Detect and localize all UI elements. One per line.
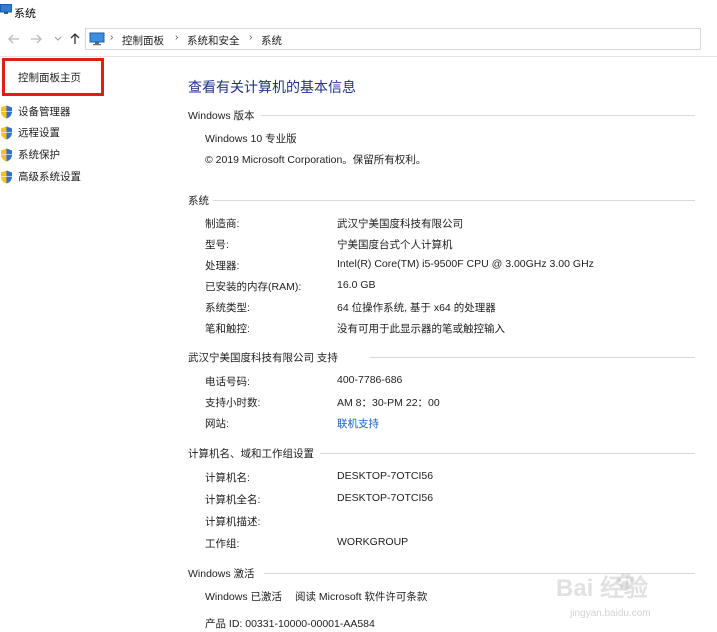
system-row-value: 宁美国度台式个人计算机 — [337, 239, 453, 251]
section-header-activation: Windows 激活 — [188, 568, 255, 580]
sidebar-item-system-protection[interactable]: 系统保护 — [0, 147, 60, 162]
control-panel-home-link[interactable]: 控制面板主页 — [18, 70, 81, 85]
up-arrow-icon[interactable] — [67, 31, 83, 47]
breadcrumb-separator-icon: › — [249, 32, 253, 43]
license-terms-link[interactable]: 阅读 Microsoft 软件许可条款 — [295, 589, 427, 604]
support-hours-value: AM 8：30-PM 22：00 — [337, 397, 440, 409]
computer-row-label: 计算机全名: — [205, 494, 261, 506]
system-window-icon — [0, 4, 12, 18]
system-row-value: 武汉宁美国度科技有限公司 — [337, 218, 463, 230]
window-title: 系统 — [14, 8, 36, 20]
support-phone-value: 400-7786-686 — [337, 374, 403, 386]
computer-row-label: 计算机描述: — [205, 516, 261, 528]
section-header-computer-name: 计算机名、域和工作组设置 — [188, 448, 314, 460]
shield-icon — [1, 126, 12, 139]
system-row-label: 处理器: — [205, 260, 240, 272]
copyright-text: © 2019 Microsoft Corporation。保留所有权利。 — [205, 154, 427, 166]
title-bar: 系统 — [0, 0, 717, 24]
sidebar-item-label: 高级系统设置 — [18, 171, 81, 183]
product-id: 产品 ID: 00331-10000-00001-AA584 — [205, 618, 375, 630]
system-row-value: 64 位操作系统, 基于 x64 的处理器 — [337, 302, 496, 314]
computer-row-label: 工作组: — [205, 538, 240, 550]
watermark-url: jingyan.baidu.com — [570, 608, 651, 619]
baidu-watermark: Bai 经验 jingyan.baidu.com — [556, 568, 716, 630]
page-title: 查看有关计算机的基本信息 — [188, 79, 356, 95]
forward-arrow-icon[interactable] — [28, 31, 44, 47]
sidebar-item-advanced-settings[interactable]: 高级系统设置 — [0, 169, 81, 184]
support-row-label: 电话号码: — [205, 376, 250, 388]
shield-icon — [1, 148, 12, 161]
online-support-link[interactable]: 联机支持 — [337, 416, 379, 431]
sidebar-item-label: 系统保护 — [18, 149, 60, 161]
section-header-edition: Windows 版本 — [188, 110, 255, 122]
computer-full-name-value: DESKTOP-7OTCI56 — [337, 492, 434, 504]
shield-icon — [1, 170, 12, 183]
section-header-system: 系统 — [188, 195, 209, 207]
system-row-label: 笔和触控: — [205, 323, 250, 335]
breadcrumb-separator-icon: › — [110, 32, 114, 43]
sidebar-item-label: 设备管理器 — [18, 106, 71, 118]
section-divider — [261, 115, 695, 116]
navigation-bar: › 控制面板 › 系统和安全 › 系统 — [0, 24, 717, 57]
workgroup-value: WORKGROUP — [337, 536, 409, 548]
breadcrumb-control-panel[interactable]: 控制面板 — [122, 33, 164, 48]
system-row-value: 16.0 GB — [337, 279, 376, 291]
sidebar-item-device-manager[interactable]: 设备管理器 — [0, 104, 71, 119]
windows-edition-name: Windows 10 专业版 — [205, 133, 297, 145]
system-row-value: Intel(R) Core(TM) i5-9500F CPU @ 3.00GHz… — [337, 258, 594, 270]
computer-row-label: 计算机名: — [205, 472, 250, 484]
support-row-label: 支持小时数: — [205, 397, 261, 409]
breadcrumb-system-security[interactable]: 系统和安全 — [187, 33, 240, 48]
computer-icon — [89, 32, 105, 49]
sidebar-item-label: 远程设置 — [18, 127, 60, 139]
computer-name-value: DESKTOP-7OTCI56 — [337, 470, 434, 482]
system-row-value: 没有可用于此显示器的笔或触控输入 — [337, 323, 505, 335]
section-divider — [213, 200, 695, 201]
system-row-label: 系统类型: — [205, 302, 250, 314]
section-divider — [320, 453, 695, 454]
breadcrumb-system[interactable]: 系统 — [261, 33, 282, 48]
paw-icon — [614, 572, 636, 597]
section-header-support: 武汉宁美国度科技有限公司 支持 — [188, 352, 338, 364]
shield-icon — [1, 105, 12, 118]
address-bar[interactable]: › 控制面板 › 系统和安全 › 系统 — [85, 28, 701, 50]
system-row-label: 已安装的内存(RAM): — [205, 281, 302, 293]
breadcrumb-separator-icon: › — [175, 32, 179, 43]
section-divider — [370, 357, 695, 358]
recent-locations-chevron-icon[interactable] — [50, 31, 66, 47]
sidebar-item-remote-settings[interactable]: 远程设置 — [0, 125, 60, 140]
system-row-label: 制造商: — [205, 218, 240, 230]
activation-status: Windows 已激活 — [205, 591, 283, 603]
support-row-label: 网站: — [205, 418, 229, 430]
system-row-label: 型号: — [205, 239, 229, 251]
back-arrow-icon[interactable] — [6, 31, 22, 47]
